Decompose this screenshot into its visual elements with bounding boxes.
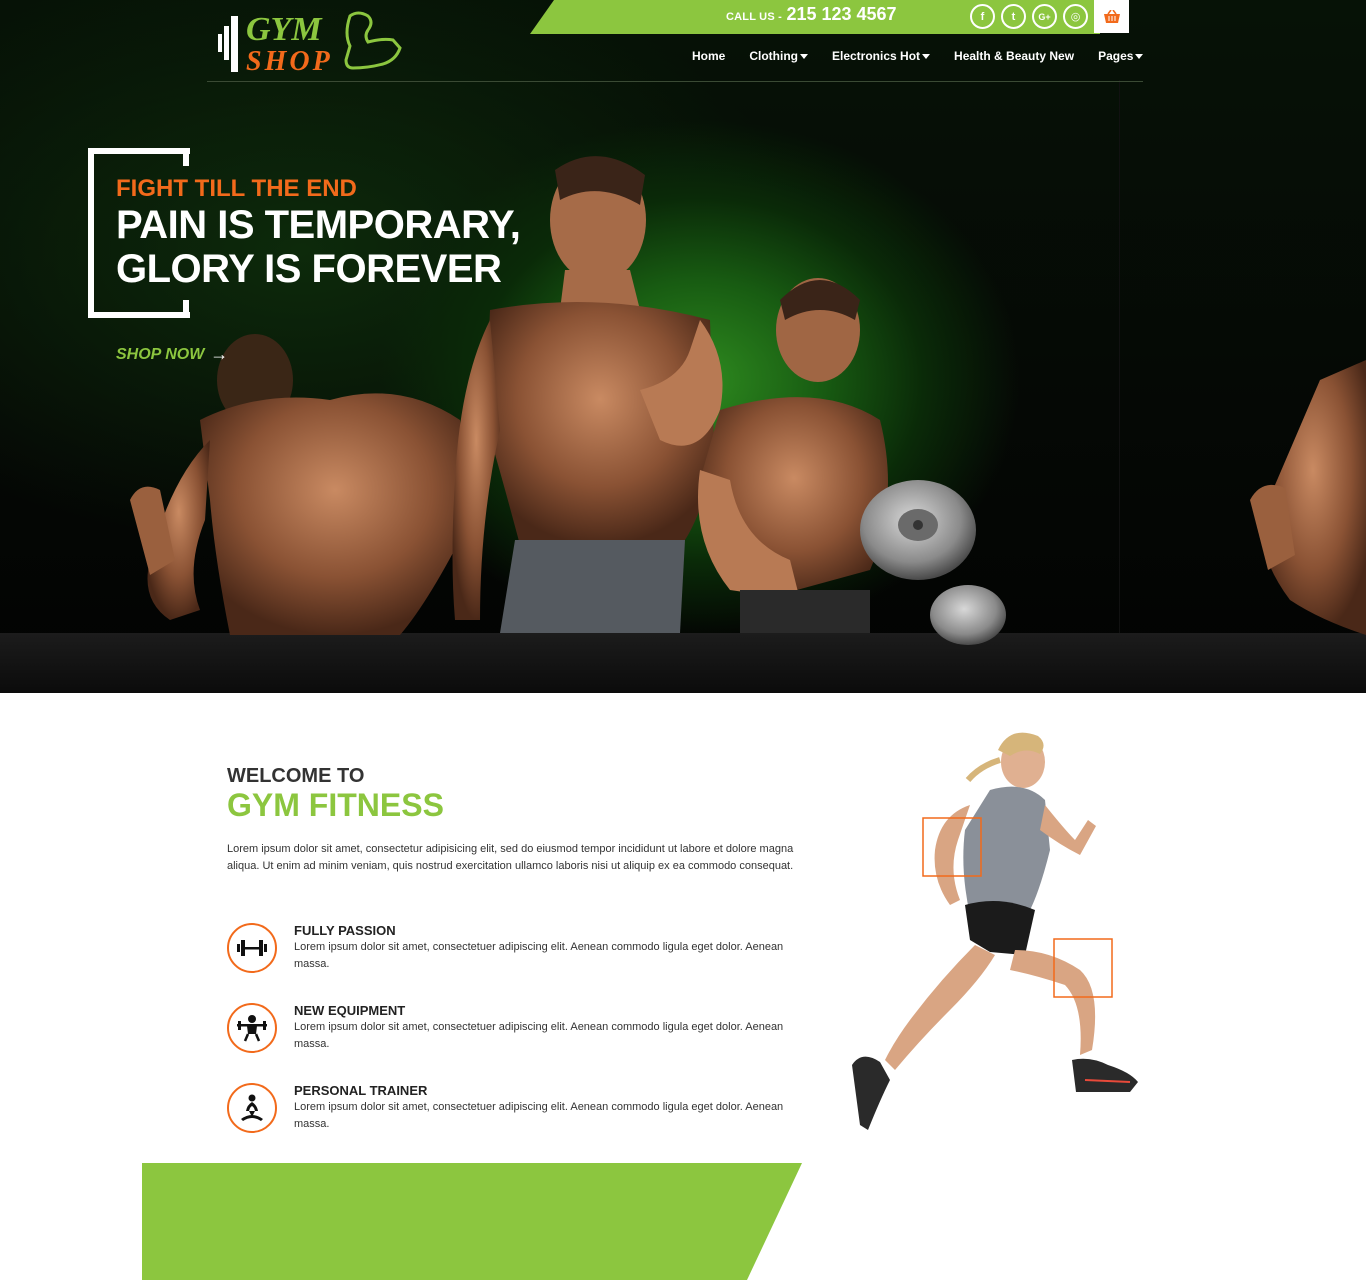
feature-icon-circle — [227, 1003, 277, 1053]
hero-tagline: FIGHT TILL THE END — [116, 175, 357, 202]
welcome-title: GYM FITNESS — [227, 787, 444, 823]
welcome-subtitle: WELCOME TO — [227, 765, 365, 787]
logo-bicep-icon — [344, 11, 402, 70]
nav-home[interactable]: Home — [692, 49, 725, 63]
hero-headline-line1: PAIN IS TEMPORARY, — [116, 203, 521, 247]
feature-item-passion: FULLY PASSION Lorem ipsum dolor sit amet… — [227, 923, 807, 983]
feature-title: NEW EQUIPMENT — [294, 1003, 406, 1018]
athlete-left — [130, 334, 470, 635]
nav-clothing-label: Clothing — [749, 49, 798, 63]
instagram-icon[interactable]: ◎ — [1063, 4, 1088, 29]
feature-icon-circle — [227, 1083, 277, 1133]
arrow-right-icon: → — [210, 344, 229, 364]
feature-item-equipment: NEW EQUIPMENT Lorem ipsum dolor sit amet… — [227, 1003, 807, 1063]
green-promo-band — [142, 1163, 802, 1280]
nav-health-beauty[interactable]: Health & Beauty New — [954, 49, 1074, 63]
feature-description: Lorem ipsum dolor sit amet, consectetuer… — [294, 1021, 784, 1050]
feature-item-trainer: PERSONAL TRAINER Lorem ipsum dolor sit a… — [227, 1083, 807, 1143]
hero-headline-line2: GLORY IS FOREVER — [116, 247, 502, 291]
hero-frame-corner-bottom — [183, 300, 189, 318]
nav-electronics-label: Electronics Hot — [832, 49, 921, 63]
nav-health-beauty-label: Health & Beauty New — [954, 49, 1075, 63]
twitter-icon[interactable]: t — [1001, 4, 1026, 29]
hero-banner: GYM SHOP CALL US - 215 123 4567 f t G+ ◎ — [0, 0, 1366, 693]
athlete-right — [698, 278, 888, 633]
google-plus-icon[interactable]: G+ — [1032, 4, 1057, 29]
feature-description: Lorem ipsum dolor sit amet, consectetuer… — [294, 941, 784, 970]
gym-shop-logo[interactable]: GYM SHOP — [218, 10, 404, 76]
call-us-number[interactable]: 215 123 4567 — [786, 4, 896, 24]
runner-image — [852, 732, 1138, 1130]
dumbbell-image — [860, 480, 1006, 645]
call-us-text: CALL US - 215 123 4567 — [726, 4, 897, 25]
hero-frame-corner-top — [183, 148, 189, 166]
main-nav: Home Clothing Electronics Hot Health & B… — [692, 49, 1167, 63]
hero-headline: PAIN IS TEMPORARY, GLORY IS FOREVER — [116, 203, 521, 291]
facebook-icon[interactable]: f — [970, 4, 995, 29]
dumbbell-icon — [237, 940, 267, 956]
logo-barbell-icon — [218, 16, 238, 72]
header-divider — [207, 81, 1143, 82]
caret-down-icon — [800, 54, 808, 59]
basket-icon — [1103, 9, 1120, 23]
social-links: f t G+ ◎ — [970, 4, 1088, 29]
feature-title: PERSONAL TRAINER — [294, 1083, 428, 1098]
caret-down-icon — [922, 54, 931, 59]
nav-clothing[interactable]: Clothing — [749, 49, 808, 63]
nav-pages-label: Pages — [1098, 49, 1134, 63]
cart-button[interactable] — [1094, 0, 1129, 33]
feature-icon-circle — [227, 923, 277, 973]
welcome-intro: Lorem ipsum dolor sit amet, consectetur … — [227, 843, 794, 872]
logo-text-shop: SHOP — [246, 46, 333, 76]
feature-description: Lorem ipsum dolor sit amet, consectetuer… — [294, 1101, 784, 1130]
nav-electronics[interactable]: Electronics Hot — [832, 49, 931, 63]
caret-down-icon — [1135, 54, 1144, 59]
logo-text-gym: GYM — [246, 11, 323, 48]
weightlifter-icon — [237, 1015, 267, 1042]
yoga-icon — [241, 1094, 263, 1121]
nav-pages[interactable]: Pages — [1098, 49, 1144, 63]
call-us-label: CALL US - — [726, 11, 782, 23]
page: GYM SHOP CALL US - 215 123 4567 f t G+ ◎ — [0, 0, 1366, 1280]
shop-now-label: SHOP NOW — [116, 345, 205, 363]
shop-now-link[interactable]: SHOP NOW → — [116, 344, 228, 365]
feature-title: FULLY PASSION — [294, 923, 396, 938]
nav-home-label: Home — [692, 49, 726, 63]
athlete-right-edge — [1250, 360, 1366, 635]
